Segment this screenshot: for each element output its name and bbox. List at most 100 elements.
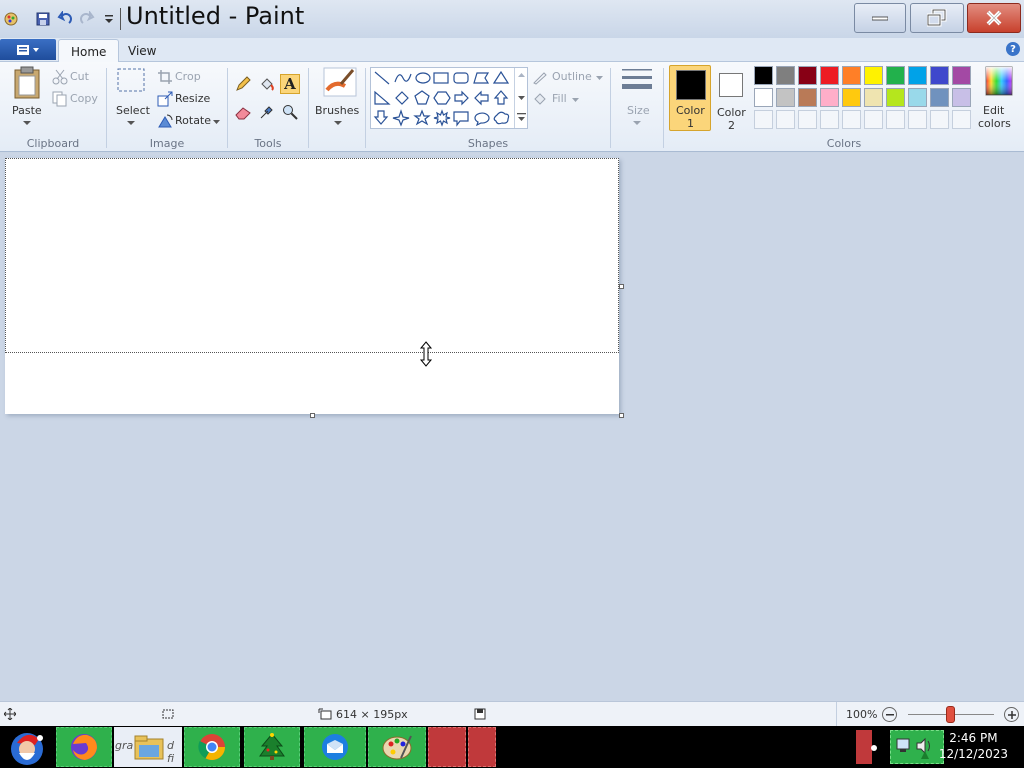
palette-swatch[interactable]	[930, 66, 949, 85]
outline-button[interactable]: Outline	[532, 68, 604, 86]
outline-label: Outline	[552, 70, 592, 83]
tools-group-label: Tools	[254, 137, 282, 150]
palette-swatch[interactable]	[820, 88, 839, 107]
chevron-down-icon	[334, 121, 342, 125]
resize-handle-corner[interactable]	[619, 413, 624, 418]
resize-handle-bottom[interactable]	[310, 413, 315, 418]
palette-swatch[interactable]	[842, 88, 861, 107]
tab-home[interactable]: Home	[58, 39, 120, 63]
resize-outline	[5, 158, 619, 353]
color2-number: 2	[728, 119, 735, 132]
taskbar-thunderbird[interactable]	[304, 727, 366, 767]
help-icon[interactable]: ?	[1006, 42, 1020, 56]
zoom-slider-thumb[interactable]	[946, 706, 955, 723]
palette-swatch[interactable]	[930, 88, 949, 107]
taskbar-empty-slot-2[interactable]	[468, 727, 496, 767]
save-icon[interactable]	[32, 8, 54, 30]
palette-swatch[interactable]	[754, 66, 773, 85]
taskbar-chrome[interactable]	[184, 727, 240, 767]
palette-swatch-empty[interactable]	[820, 110, 839, 129]
customize-qat-icon[interactable]	[98, 8, 120, 30]
paint-menu-button[interactable]	[0, 39, 56, 60]
palette-swatch[interactable]	[864, 88, 883, 107]
firefox-icon	[71, 734, 97, 760]
palette-swatch[interactable]	[798, 66, 817, 85]
zoom-in-button[interactable]	[1004, 707, 1019, 722]
palette-swatch[interactable]	[776, 88, 795, 107]
redo-icon[interactable]	[76, 8, 98, 30]
palette-swatch-empty[interactable]	[930, 110, 949, 129]
taskbar-clock[interactable]: 2:46 PM 12/12/2023	[939, 730, 1008, 762]
cut-button[interactable]: Cut	[52, 68, 100, 86]
vertical-resize-cursor-icon	[419, 341, 433, 367]
rotate-button[interactable]: Rotate	[157, 112, 221, 130]
eraser-tool[interactable]	[233, 102, 253, 122]
paste-button[interactable]: Paste	[8, 66, 46, 130]
palette-swatch[interactable]	[798, 88, 817, 107]
taskbar-firefox[interactable]	[56, 727, 112, 767]
tray-indicator[interactable]	[856, 730, 872, 764]
zoom-out-button[interactable]	[882, 707, 897, 722]
palette-swatch-empty[interactable]	[798, 110, 817, 129]
palette-swatch[interactable]	[952, 66, 971, 85]
palette-swatch[interactable]	[842, 66, 861, 85]
palette-swatch[interactable]	[820, 66, 839, 85]
tab-view[interactable]: View	[116, 39, 168, 63]
resize-icon	[157, 91, 173, 107]
palette-swatch[interactable]	[886, 88, 905, 107]
color1-label: Color	[676, 104, 705, 117]
fill-button[interactable]: Fill	[532, 90, 592, 108]
undo-icon[interactable]	[54, 8, 76, 30]
palette-swatch-empty[interactable]	[754, 110, 773, 129]
palette-swatch[interactable]	[754, 88, 773, 107]
pencil-tool[interactable]	[233, 74, 253, 94]
crop-button[interactable]: Crop	[157, 68, 207, 86]
canvas-size-icon	[318, 708, 332, 720]
palette-swatch-empty[interactable]	[776, 110, 795, 129]
shapes-scroll[interactable]	[514, 68, 527, 128]
text-icon: A	[284, 75, 296, 93]
taskbar-empty-slot-1[interactable]	[428, 727, 466, 767]
resize-label: Resize	[175, 92, 211, 105]
palette-swatch[interactable]	[864, 66, 883, 85]
text-tool[interactable]: A	[280, 74, 300, 94]
select-button[interactable]: Select	[113, 66, 150, 130]
palette-swatch[interactable]	[886, 66, 905, 85]
palette-swatch[interactable]	[952, 88, 971, 107]
palette-swatch-empty[interactable]	[886, 110, 905, 129]
color1-button[interactable]: Color 1	[669, 65, 711, 131]
taskbar-christmas-tree[interactable]	[244, 727, 300, 767]
edit-colors-button[interactable]: Edit colors	[976, 66, 1016, 132]
restore-button[interactable]	[910, 3, 964, 33]
close-icon	[986, 10, 1002, 26]
close-button[interactable]	[967, 3, 1021, 33]
palette-swatch-empty[interactable]	[864, 110, 883, 129]
palette-swatch[interactable]	[908, 66, 927, 85]
magnifier-tool[interactable]	[280, 102, 300, 122]
image-group-label: Image	[149, 137, 185, 150]
size-group: Size	[611, 62, 663, 152]
eyedropper-icon	[260, 106, 273, 119]
brushes-button[interactable]: Brushes	[315, 66, 359, 130]
shapes-group-label: Shapes	[467, 137, 509, 150]
palette-swatch-empty[interactable]	[908, 110, 927, 129]
size-button[interactable]: Size	[617, 66, 657, 130]
paint-app-icon[interactable]	[0, 8, 22, 30]
resize-handle-right[interactable]	[619, 284, 624, 289]
color-picker-tool[interactable]	[257, 102, 277, 122]
color2-button[interactable]: Color 2	[713, 65, 751, 132]
rainbow-palette-icon	[985, 66, 1013, 96]
minimize-button[interactable]	[854, 3, 906, 33]
palette-swatch-empty[interactable]	[952, 110, 971, 129]
start-button[interactable]	[2, 727, 52, 767]
fill-tool[interactable]	[257, 74, 277, 94]
palette-swatch-empty[interactable]	[842, 110, 861, 129]
resize-button[interactable]: Resize	[157, 90, 215, 108]
taskbar-file-explorer[interactable]: gra d fi	[114, 727, 182, 767]
palette-swatch[interactable]	[776, 66, 795, 85]
palette-swatch[interactable]	[908, 88, 927, 107]
taskbar-paint[interactable]	[368, 727, 426, 767]
clock-time: 2:46 PM	[949, 731, 998, 745]
copy-button[interactable]: Copy	[52, 90, 104, 108]
system-tray[interactable]	[890, 730, 944, 764]
